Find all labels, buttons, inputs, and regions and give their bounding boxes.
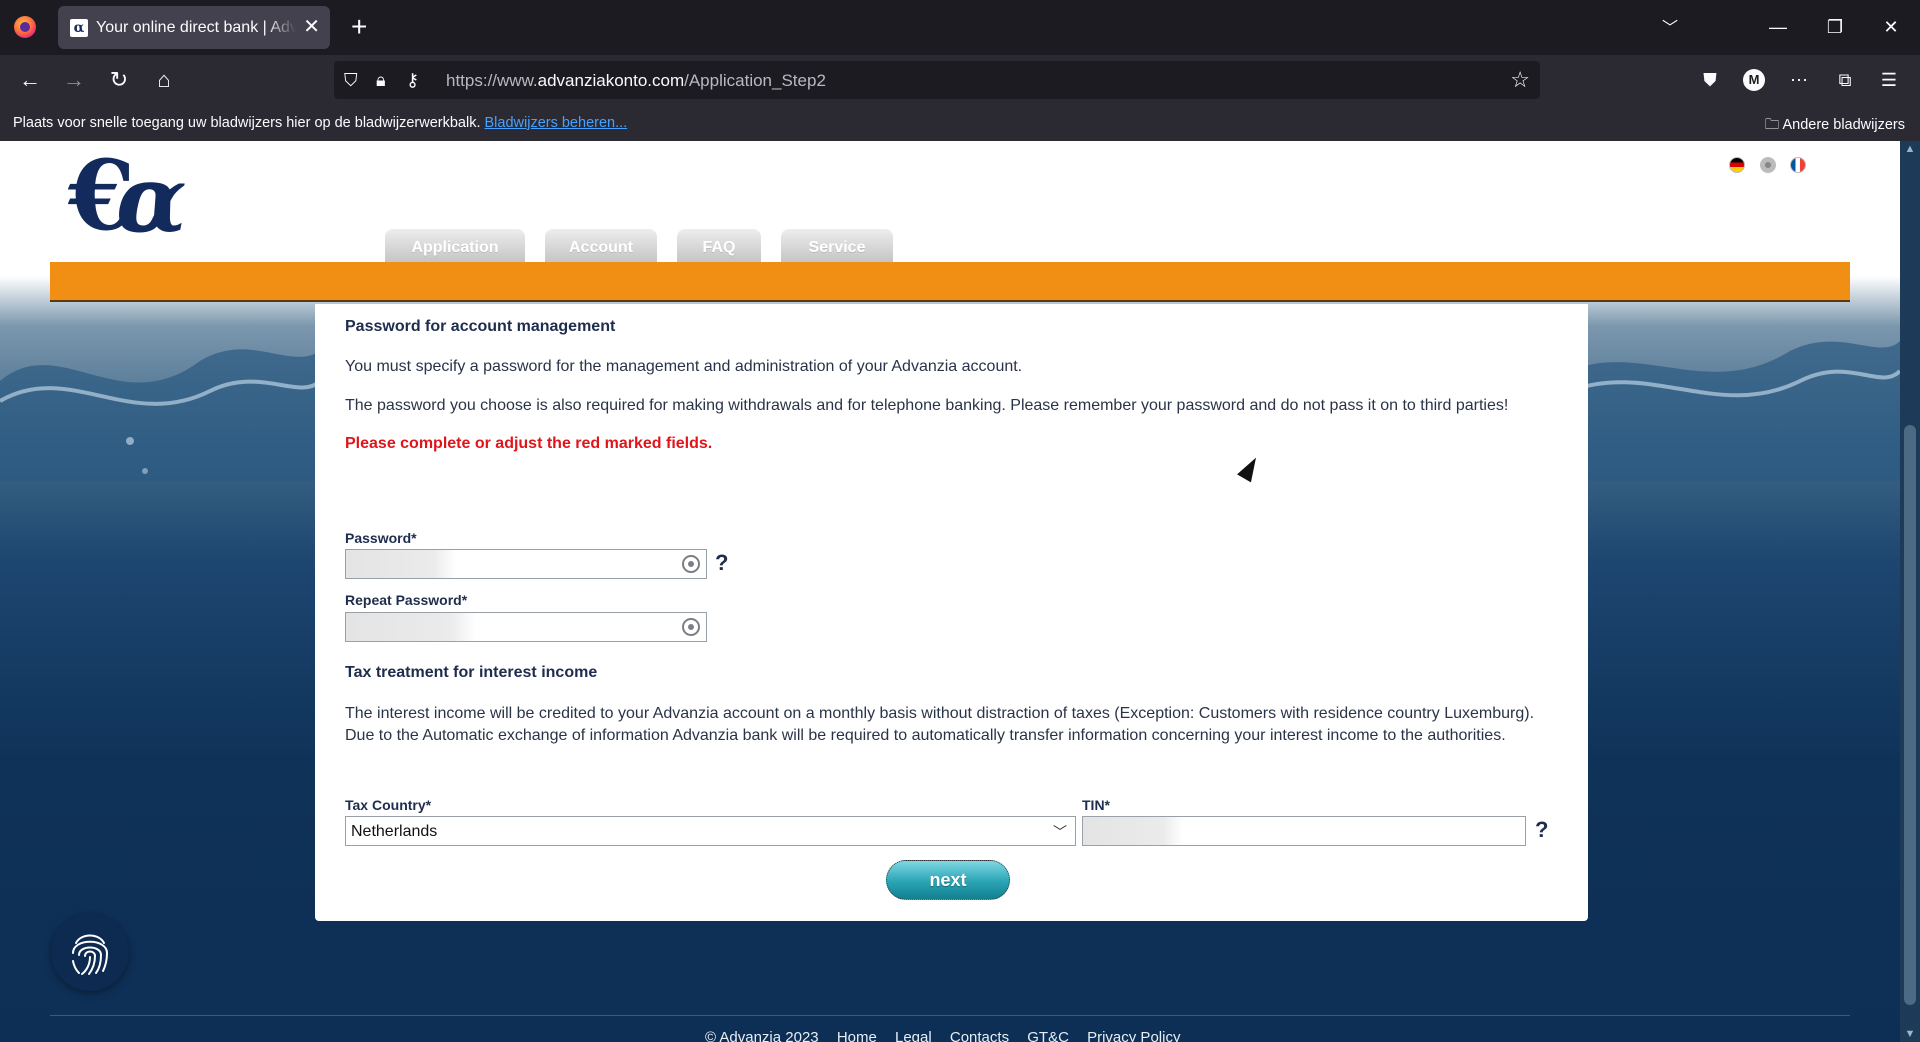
password-manager-icon[interactable] bbox=[682, 555, 700, 573]
list-tabs-icon[interactable]: ﹀ bbox=[1662, 14, 1678, 38]
footer-link-gtc[interactable]: GT&C bbox=[1027, 1029, 1069, 1042]
extensions-icon[interactable]: ⧉ bbox=[1828, 63, 1862, 97]
password-manager-icon[interactable] bbox=[682, 618, 700, 636]
footer-link-privacy[interactable]: Privacy Policy bbox=[1087, 1029, 1180, 1042]
password-help-icon[interactable]: ? bbox=[715, 550, 728, 576]
masked-repeat-password bbox=[346, 613, 476, 641]
url-text[interactable]: https://www.advanziakonto.com/Applicatio… bbox=[446, 71, 826, 91]
masked-tin bbox=[1083, 817, 1183, 845]
water-splash-left bbox=[0, 349, 320, 481]
next-button[interactable]: next bbox=[886, 860, 1010, 900]
browser-tab-active[interactable]: α Your online direct bank | Advanzia ✕ bbox=[58, 6, 330, 49]
masked-password bbox=[346, 550, 456, 578]
advanzia-favicon-icon: α bbox=[70, 19, 88, 37]
bookmarks-hint: Plaats voor snelle toegang uw bladwijzer… bbox=[13, 115, 481, 131]
tax-country-select[interactable]: Netherlands ﹀ bbox=[345, 816, 1076, 846]
other-bookmarks-folder[interactable]: 🗀 Andere bladwijzers bbox=[1765, 114, 1905, 139]
key-icon[interactable]: ⚷ bbox=[406, 69, 419, 91]
password-intro: You must specify a password for the mana… bbox=[345, 358, 1023, 375]
new-tab-icon[interactable]: + bbox=[351, 10, 367, 44]
tax-country-value: Netherlands bbox=[351, 823, 438, 840]
footer-divider bbox=[50, 1015, 1850, 1016]
tax-heading: Tax treatment for interest income bbox=[345, 664, 598, 681]
tab-faq[interactable]: FAQ bbox=[677, 229, 761, 263]
chevron-down-icon: ﹀ bbox=[1053, 824, 1067, 840]
repeat-password-label: Repeat Password* bbox=[345, 592, 468, 608]
tax-country-label: Tax Country* bbox=[345, 797, 432, 813]
advanzia-logo[interactable]: € α bbox=[68, 149, 188, 249]
scroll-thumb[interactable] bbox=[1904, 425, 1916, 1005]
tin-input[interactable] bbox=[1082, 816, 1526, 846]
manage-bookmarks-link[interactable]: Bladwijzers beheren... bbox=[485, 115, 628, 131]
folder-icon: 🗀 bbox=[1764, 117, 1780, 133]
password-label: Password* bbox=[345, 530, 417, 546]
tab-title: Your online direct bank | Advanzia bbox=[96, 19, 296, 37]
browser-tab-bar: α Your online direct bank | Advanzia ✕ +… bbox=[0, 0, 1920, 55]
password-heading: Password for account management bbox=[345, 318, 616, 335]
password-input[interactable] bbox=[345, 549, 707, 579]
reload-icon[interactable]: ↻ bbox=[102, 63, 136, 97]
restore-icon[interactable]: ❐ bbox=[1815, 10, 1855, 44]
footer-link-legal[interactable]: Legal bbox=[895, 1029, 932, 1042]
water-splash-right bbox=[1570, 341, 1900, 481]
bookmark-star-icon[interactable]: ☆ bbox=[1510, 67, 1530, 93]
tin-label: TIN* bbox=[1082, 797, 1110, 813]
account-avatar[interactable]: M bbox=[1743, 69, 1765, 91]
language-switcher bbox=[1719, 157, 1806, 178]
tin-help-icon[interactable]: ? bbox=[1535, 817, 1548, 843]
french-flag-icon[interactable] bbox=[1790, 157, 1806, 173]
tax-description: The interest income will be credited to … bbox=[345, 705, 1535, 744]
page-scrollbar[interactable]: ▲ ▼ bbox=[1900, 141, 1920, 1042]
browser-nav-bar: ← → ↻ ⌂ ⛉ 🔒︎ ⚷ https://www.advanziakonto… bbox=[0, 55, 1920, 106]
scroll-down-icon[interactable]: ▼ bbox=[1900, 1028, 1920, 1040]
firefox-icon[interactable] bbox=[14, 16, 36, 38]
password-notice: The password you choose is also required… bbox=[345, 397, 1509, 414]
site-footer: © Advanzia 2023 Home Legal Contacts GT&C… bbox=[705, 1029, 1194, 1042]
back-icon[interactable]: ← bbox=[13, 63, 47, 97]
bookmarks-toolbar: Plaats voor snelle toegang uw bladwijzer… bbox=[0, 106, 1920, 141]
extension-menu-icon[interactable]: ⋯ bbox=[1782, 63, 1816, 97]
error-message: Please complete or adjust the red marked… bbox=[345, 435, 713, 452]
url-bar[interactable]: ⛉ 🔒︎ ⚷ https://www.advanziakonto.com/App… bbox=[334, 61, 1540, 99]
orange-nav-bar bbox=[50, 262, 1850, 302]
pocket-icon[interactable]: ⛊ bbox=[1693, 63, 1727, 97]
scroll-up-icon[interactable]: ▲ bbox=[1900, 143, 1920, 155]
tab-service[interactable]: Service bbox=[781, 229, 893, 263]
repeat-password-input[interactable] bbox=[345, 612, 707, 642]
shield-icon[interactable]: ⛉ bbox=[344, 69, 358, 91]
svg-text:α: α bbox=[116, 149, 187, 249]
page-viewport: € α Application Account FAQ Service Pass… bbox=[0, 141, 1920, 1042]
forward-icon[interactable]: → bbox=[57, 63, 91, 97]
english-flag-icon[interactable] bbox=[1759, 157, 1776, 173]
lock-icon[interactable]: 🔒︎ bbox=[376, 69, 386, 91]
close-tab-icon[interactable]: ✕ bbox=[303, 15, 320, 39]
tab-application[interactable]: Application bbox=[385, 229, 525, 263]
footer-link-contacts[interactable]: Contacts bbox=[950, 1029, 1009, 1042]
home-icon[interactable]: ⌂ bbox=[147, 63, 181, 97]
minimize-icon[interactable]: — bbox=[1758, 10, 1798, 44]
fingerprint-icon[interactable] bbox=[51, 913, 129, 991]
copyright: © Advanzia 2023 bbox=[705, 1029, 819, 1042]
window-close-icon[interactable]: ✕ bbox=[1871, 10, 1911, 44]
hamburger-menu-icon[interactable]: ☰ bbox=[1872, 63, 1906, 97]
application-form: Password for account management You must… bbox=[315, 304, 1588, 921]
tab-account[interactable]: Account bbox=[545, 229, 657, 263]
german-flag-icon[interactable] bbox=[1729, 157, 1746, 173]
footer-link-home[interactable]: Home bbox=[837, 1029, 877, 1042]
